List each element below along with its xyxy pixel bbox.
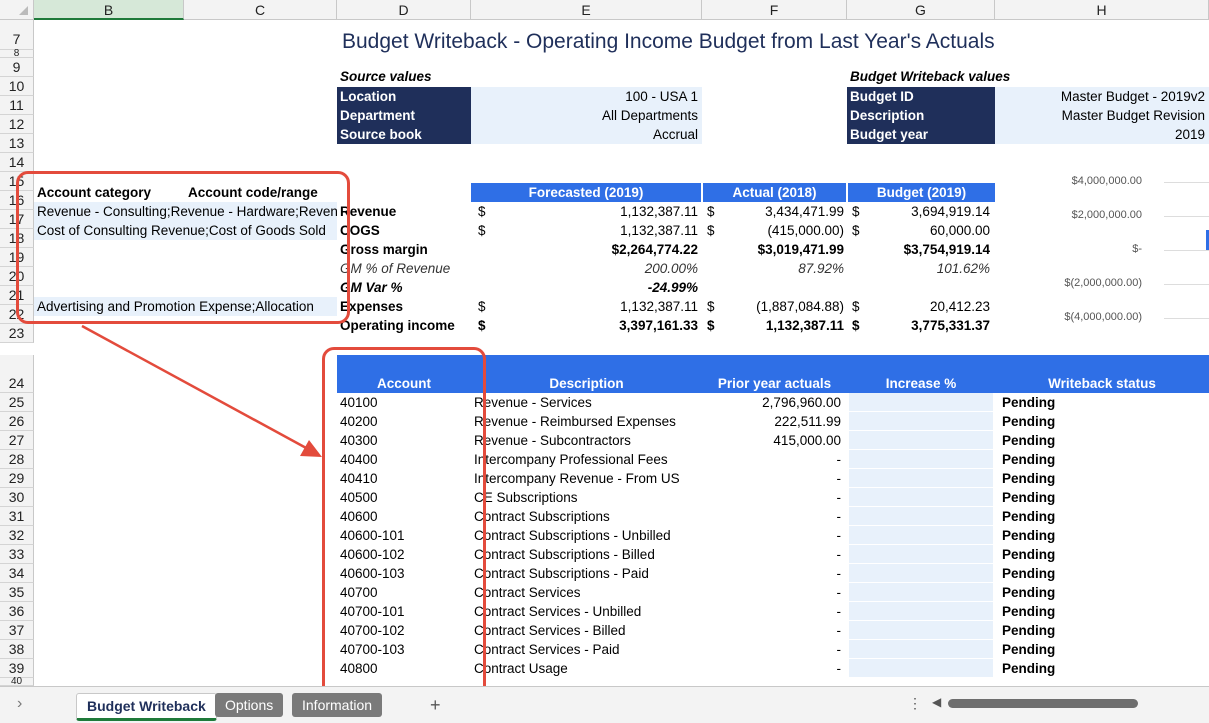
annotation-arrow-icon: [81, 324, 322, 457]
sheet-tab-active[interactable]: Budget Writeback: [76, 693, 217, 721]
scroll-left-icon[interactable]: ◀: [932, 695, 941, 709]
add-sheet-button[interactable]: +: [420, 693, 451, 717]
sheet-tab-options[interactable]: Options: [215, 693, 284, 717]
scroll-tabs-left-icon[interactable]: ›: [17, 695, 22, 713]
tab-splitter-icon[interactable]: ⋮: [908, 695, 922, 712]
horizontal-scrollbar-thumb[interactable]: [948, 699, 1138, 708]
sheet-tab-bar: › Budget Writeback Options Information +…: [0, 686, 1209, 723]
sheet-tab-information[interactable]: Information: [292, 693, 383, 717]
